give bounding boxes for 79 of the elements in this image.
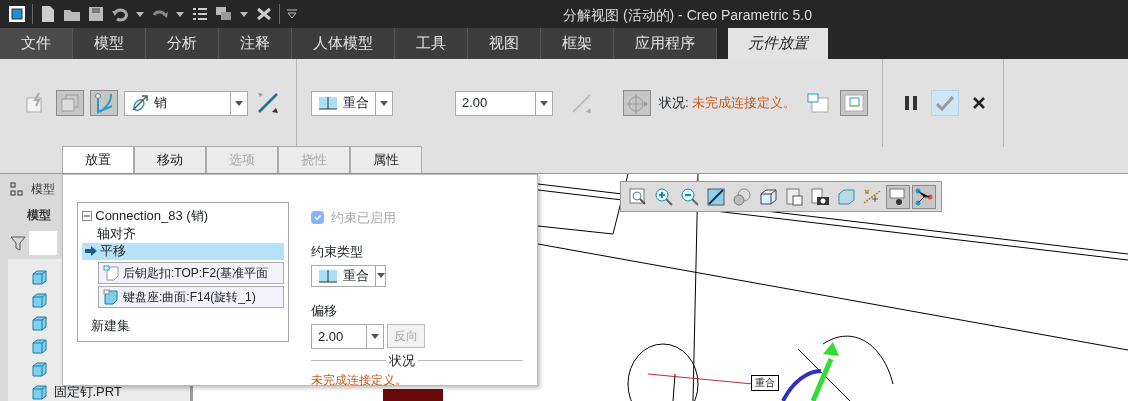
plane-part-icon [103, 264, 119, 281]
ribbon-tab[interactable]: 视图 [468, 28, 541, 59]
caret-icon [539, 99, 549, 107]
offset-value: 2.00 [462, 94, 488, 113]
panel-header: 模型 [30, 181, 55, 198]
ribbon-tab[interactable]: 文件 [0, 28, 73, 59]
coincident-icon [318, 268, 338, 283]
offset-value: 2.00 [318, 327, 344, 346]
part-cube-icon [32, 292, 47, 308]
panel-tab[interactable]: 放置 [62, 146, 134, 173]
status-message: 未完成连接定义。 [311, 371, 408, 389]
save-icon[interactable] [87, 5, 105, 23]
offset-dropdown[interactable]: 2.00 [311, 324, 384, 349]
tree-icon [10, 182, 24, 196]
preview-window-icon[interactable] [840, 90, 869, 116]
caret-icon [234, 99, 244, 107]
filter-icon[interactable] [10, 234, 26, 251]
connection-type-value: 销 [154, 94, 167, 113]
constraint-type-value: 重合 [343, 94, 369, 113]
pin-connection-icon [131, 94, 149, 112]
checkmark-icon[interactable] [931, 90, 960, 116]
list-icon[interactable] [191, 5, 209, 23]
reference-collector[interactable]: 键盘座:曲面:F14(旋转_1) [98, 285, 284, 308]
connection-set-label[interactable]: Connection_83 (销) [95, 206, 208, 226]
filter-field[interactable] [29, 230, 58, 255]
window-title: 分解视图 (活动的) - Creo Parametric 5.0 [563, 6, 812, 25]
undo-icon[interactable] [111, 5, 129, 23]
app-icon[interactable] [8, 5, 26, 23]
caret-icon [376, 272, 386, 280]
windows-icon[interactable] [215, 5, 233, 23]
collapse-icon[interactable] [82, 210, 92, 221]
part-cube-icon [32, 361, 47, 377]
tree-tab[interactable]: 模型 [27, 206, 51, 224]
overlap-squares-icon[interactable] [56, 90, 84, 116]
part-cube-icon [32, 384, 47, 400]
field-label: 约束类型 [311, 242, 364, 261]
connection-type-dropdown[interactable]: 销 [124, 90, 248, 116]
ribbon-tab[interactable]: 模型 [73, 28, 146, 59]
caret-icon[interactable] [175, 10, 185, 18]
constraint-type-value: 重合 [343, 267, 369, 285]
coincident-icon [318, 96, 338, 110]
ribbon-tab[interactable]: 注释 [219, 28, 292, 59]
caret-icon[interactable] [135, 10, 145, 18]
constraint-type-dropdown[interactable]: 重合 [311, 90, 393, 116]
status-message: 状况: 未完成连接定义。 [659, 94, 797, 113]
part-cube-icon [32, 338, 47, 354]
annotation-display-icon[interactable] [886, 184, 910, 209]
ribbon-tab[interactable]: 应用程序 [614, 28, 717, 59]
caret-icon[interactable] [239, 10, 249, 18]
arrow-right-icon [85, 246, 97, 256]
new-set-link[interactable]: 新建集 [91, 316, 299, 336]
close-icon[interactable] [255, 5, 273, 23]
drag-handle-drawing[interactable] [781, 342, 839, 401]
ribbon-tab[interactable]: 人体模型 [292, 28, 395, 59]
part-block [383, 389, 443, 401]
constraint-item[interactable]: 平移 [82, 242, 284, 260]
ribbon-tab[interactable]: 分析 [146, 28, 219, 59]
section-heading: 状况 [389, 352, 416, 370]
ribbon-tab[interactable]: 工具 [395, 28, 468, 59]
field-label: 偏移 [311, 301, 338, 320]
panel-tab[interactable]: 移动 [134, 146, 206, 173]
caret-icon [370, 333, 380, 340]
offset-dropdown[interactable]: 2.00 [455, 90, 553, 116]
part-cube-icon [32, 315, 47, 331]
solid-part-icon [103, 288, 119, 305]
new-file-icon[interactable] [39, 5, 57, 23]
connection-display-icon[interactable] [912, 184, 936, 209]
panel-tab[interactable]: 属性 [350, 146, 422, 173]
constraint-label: 重合 [751, 375, 779, 391]
tree-item-label[interactable]: 固定钉.PRT [53, 382, 122, 401]
reference-collector[interactable]: 后钥匙扣:TOP:F2(基准平面 [98, 261, 284, 284]
ribbon-tab[interactable]: 框架 [541, 28, 614, 59]
constraint-type-dropdown[interactable]: 重合 [311, 265, 386, 287]
constraint-item[interactable]: 轴对齐 [82, 225, 284, 243]
customize-caret-icon[interactable] [286, 9, 298, 19]
caret-icon [379, 99, 389, 107]
part-cube-icon [32, 269, 47, 285]
checkbox-label: 约束已启用 [330, 209, 396, 227]
ribbon-tab[interactable]: 元件放置 [728, 28, 828, 59]
